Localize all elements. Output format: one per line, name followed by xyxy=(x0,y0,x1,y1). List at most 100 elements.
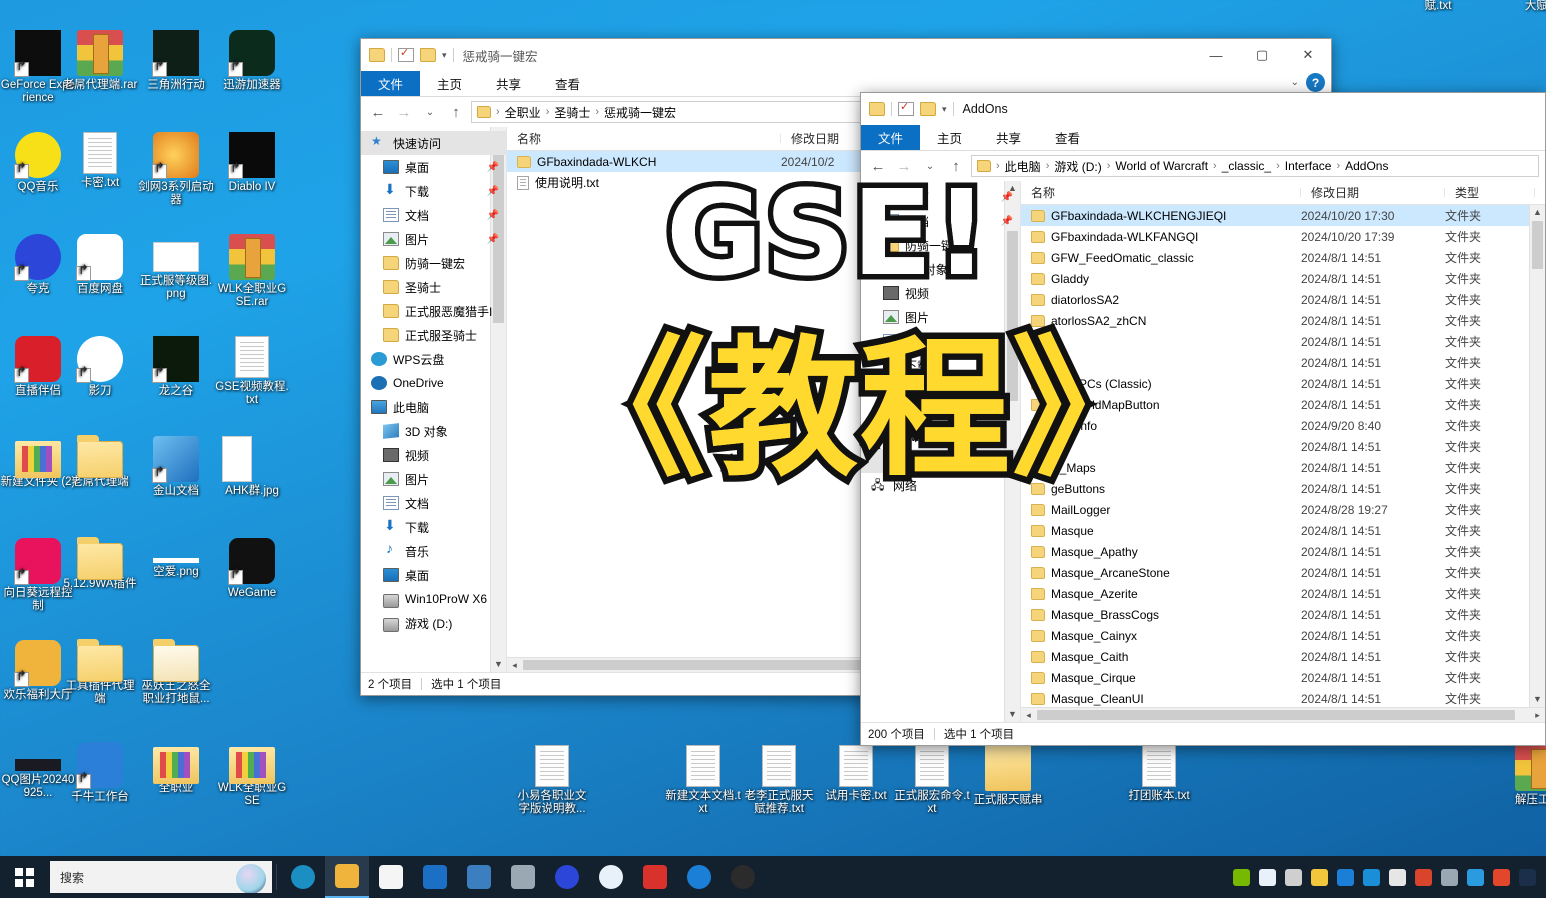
taskbar-microsoft-store-icon[interactable] xyxy=(369,856,413,898)
desktop-icon[interactable]: 空爱.png xyxy=(138,538,214,579)
new-folder-icon[interactable] xyxy=(920,102,936,116)
sidebar-item-圣骑士[interactable]: 圣骑士 xyxy=(361,275,506,299)
dragon-icon[interactable] xyxy=(1337,868,1354,886)
sidebar-item-视频[interactable]: 视频 xyxy=(361,443,506,467)
table-row[interactable]: ix_Maps 2024/8/1 14:51 文件夹 xyxy=(1021,457,1545,478)
forward-button[interactable]: → xyxy=(893,158,915,175)
table-row[interactable]: Masque 2024/8/1 14:51 文件夹 xyxy=(1021,520,1545,541)
ribbon-right-controls[interactable]: ⌄ ? xyxy=(1291,73,1325,92)
table-row[interactable]: geButtons 2024/8/1 14:51 文件夹 xyxy=(1021,478,1545,499)
window2-file-rows[interactable]: ▲ ▼ GFbaxindada-WLKCHENGJIEQI 2024/10/20 … xyxy=(1021,205,1545,707)
sidebar-item-防骑一键宏[interactable]: 防骑一键宏 xyxy=(861,233,1020,257)
sidebar-item-3D 对象[interactable]: 3D 对象 xyxy=(861,257,1020,281)
security-shield-icon[interactable] xyxy=(1389,868,1406,886)
table-row[interactable]: GFbaxindada-WLKFANGQI 2024/10/20 17:39 文件夹 xyxy=(1021,226,1545,247)
new-folder-icon[interactable] xyxy=(420,48,436,62)
tab-file[interactable]: 文件 xyxy=(861,125,921,150)
file-name-cell[interactable]: 使用说明.txt xyxy=(507,174,781,191)
sidebar-item-下载[interactable]: 下载 xyxy=(361,515,506,539)
desktop-icon[interactable]: 正式服宏命令.txt xyxy=(894,745,970,816)
table-row[interactable]: atorlosSA2_zhCN 2024/8/1 14:51 文件夹 xyxy=(1021,310,1545,331)
network-disconnected-icon[interactable] xyxy=(1441,868,1458,886)
tab-file[interactable]: 文件 xyxy=(361,71,421,96)
sidebar-item-视频[interactable]: 视频 xyxy=(861,281,1020,305)
desktop-icon[interactable]: 老屌代理端.rar xyxy=(62,30,138,92)
taskbar-edge-icon[interactable] xyxy=(281,856,325,898)
column-header-name[interactable]: 名称 xyxy=(507,130,781,147)
file-name-cell[interactable]: ix_Maps xyxy=(1021,461,1301,475)
sidebar-item-Win10ProW X6[interactable]: Win10ProW X6 xyxy=(861,425,1020,449)
file-name-cell[interactable]: tes xyxy=(1021,356,1301,370)
sidebar-item-下载[interactable]: 下载 📌 xyxy=(361,179,506,203)
window2-address-bar[interactable]: ← → ⌄ ↑ › 此电脑 › 游戏 (D:) › World of Warcr… xyxy=(861,151,1545,181)
file-name-cell[interactable]: diatorlosSA2 xyxy=(1021,293,1301,307)
table-row[interactable]: Masque_Cirque 2024/8/1 14:51 文件夹 xyxy=(1021,667,1545,688)
scroll-up-arrow[interactable]: ▲ xyxy=(1530,205,1545,220)
search-input[interactable]: 搜索 xyxy=(50,861,272,893)
properties-icon[interactable] xyxy=(898,100,914,116)
breadcrumb-item-1[interactable]: 圣骑士 xyxy=(554,104,590,121)
sidebar-item-3D 对象[interactable]: 3D 对象 xyxy=(361,419,506,443)
file-name-cell[interactable]: Masque_ArcaneStone xyxy=(1021,566,1301,580)
desktop-icon[interactable]: AHK群.jpg xyxy=(214,436,290,498)
sidebar-item-网络[interactable]: 网络 xyxy=(861,473,1020,497)
taskbar-pinned-apps[interactable] xyxy=(281,856,765,898)
taskbar-file-explorer-icon[interactable] xyxy=(325,856,369,898)
minimize-button[interactable]: — xyxy=(1193,39,1239,71)
scroll-left-arrow[interactable]: ◂ xyxy=(507,658,522,672)
column-header-date[interactable]: 修改日期 xyxy=(1301,184,1445,201)
desktop-icon[interactable]: WeGame xyxy=(214,538,290,600)
breadcrumb-item-0[interactable]: 此电脑 xyxy=(1005,158,1041,175)
close-button[interactable]: ✕ xyxy=(1285,39,1331,71)
pin-icon[interactable]: 📌 xyxy=(1001,216,1013,227)
nvidia-icon[interactable] xyxy=(1233,868,1250,886)
tab-share[interactable]: 共享 xyxy=(979,125,1038,150)
maximize-button[interactable]: ▢ xyxy=(1239,39,1285,71)
table-row[interactable]: Masque_CleanUI 2024/8/1 14:51 文件夹 xyxy=(1021,688,1545,707)
sidebar-item-桌面[interactable]: 桌面 xyxy=(861,401,1020,425)
sidebar-item-文档[interactable]: 文档 📌 xyxy=(361,203,506,227)
window2-titlebar[interactable]: ▾ AddOns xyxy=(861,93,1545,125)
chevron-down-icon[interactable]: ▾ xyxy=(442,50,447,61)
sidebar-item-WPS云盘[interactable]: WPS云盘 xyxy=(361,347,506,371)
file-name-cell[interactable]: Masque_Azerite xyxy=(1021,587,1301,601)
table-row[interactable]: Masque_Apathy 2024/8/1 14:51 文件夹 xyxy=(1021,541,1545,562)
sidebar-item-此电脑[interactable]: 此电脑 xyxy=(361,395,506,419)
file-name-cell[interactable]: layerInfo xyxy=(1021,419,1301,433)
forward-button[interactable]: → xyxy=(393,104,415,121)
taskbar-world-of-warcraft-icon[interactable] xyxy=(721,856,765,898)
taskbar-remote-desktop-icon[interactable] xyxy=(457,856,501,898)
window2-list-pane[interactable]: 名称 修改日期 类型 ▲ ▼ GFbaxindada-WLKCHENGJIEQI… xyxy=(1021,181,1545,722)
file-name-cell[interactable]: Masque_Cainyx xyxy=(1021,629,1301,643)
desktop-icon[interactable]: 小易各职业文字版说明教... xyxy=(514,745,590,816)
file-name-cell[interactable]: atorlosSA2_zhCN xyxy=(1021,314,1301,328)
pin-icon[interactable]: 📌 xyxy=(487,186,499,197)
bluetooth-icon[interactable] xyxy=(1363,868,1380,886)
desktop-icon[interactable]: GSE视频教程.txt xyxy=(214,336,290,407)
breadcrumb-item-1[interactable]: 游戏 (D:) xyxy=(1054,158,1101,175)
scroll-left-arrow[interactable]: ◂ xyxy=(1021,708,1036,722)
desktop-icon[interactable]: Diablo IV xyxy=(214,132,290,194)
cortana-icon[interactable] xyxy=(236,864,266,893)
desktop-icon[interactable]: 老屌代理端 xyxy=(62,435,138,489)
pin-icon[interactable]: 📌 xyxy=(487,210,499,221)
table-row[interactable]: Gladdy 2024/8/1 14:51 文件夹 xyxy=(1021,268,1545,289)
table-row[interactable]: 2024/8/1 14:51 文件夹 xyxy=(1021,331,1545,352)
explorer-window-2[interactable]: ▾ AddOns 文件 主页 共享 查看 ← → ⌄ ↑ › 此电脑 › 游戏 … xyxy=(860,92,1546,746)
folder-icon[interactable] xyxy=(369,48,385,62)
pin-icon[interactable]: 📌 xyxy=(1001,192,1013,203)
scroll-down-arrow[interactable]: ▼ xyxy=(1005,707,1020,722)
taskbar-mail-icon[interactable] xyxy=(413,856,457,898)
breadcrumb-item-4[interactable]: Interface xyxy=(1285,159,1332,173)
table-row[interactable]: Masque_Azerite 2024/8/1 14:51 文件夹 xyxy=(1021,583,1545,604)
desktop-icon[interactable]: 试用卡密.txt xyxy=(818,745,894,803)
list-scrollbar[interactable]: ▲ ▼ xyxy=(1529,205,1545,707)
file-name-cell[interactable]: es_NPCs (Classic) xyxy=(1021,377,1301,391)
tab-home[interactable]: 主页 xyxy=(420,71,479,96)
sidebar-item-文档[interactable]: 文档 xyxy=(861,329,1020,353)
file-name-cell[interactable]: GFbaxindada-WLKCHENGJIEQI xyxy=(1021,209,1301,223)
desktop-icon[interactable]: 正式服天赋串 xyxy=(970,745,1046,807)
table-row[interactable]: es_WorldMapButton 2024/8/1 14:51 文件夹 xyxy=(1021,394,1545,415)
statistics-icon[interactable] xyxy=(1519,868,1536,886)
table-row[interactable]: GFW_FeedOmatic_classic 2024/8/1 14:51 文件夹 xyxy=(1021,247,1545,268)
